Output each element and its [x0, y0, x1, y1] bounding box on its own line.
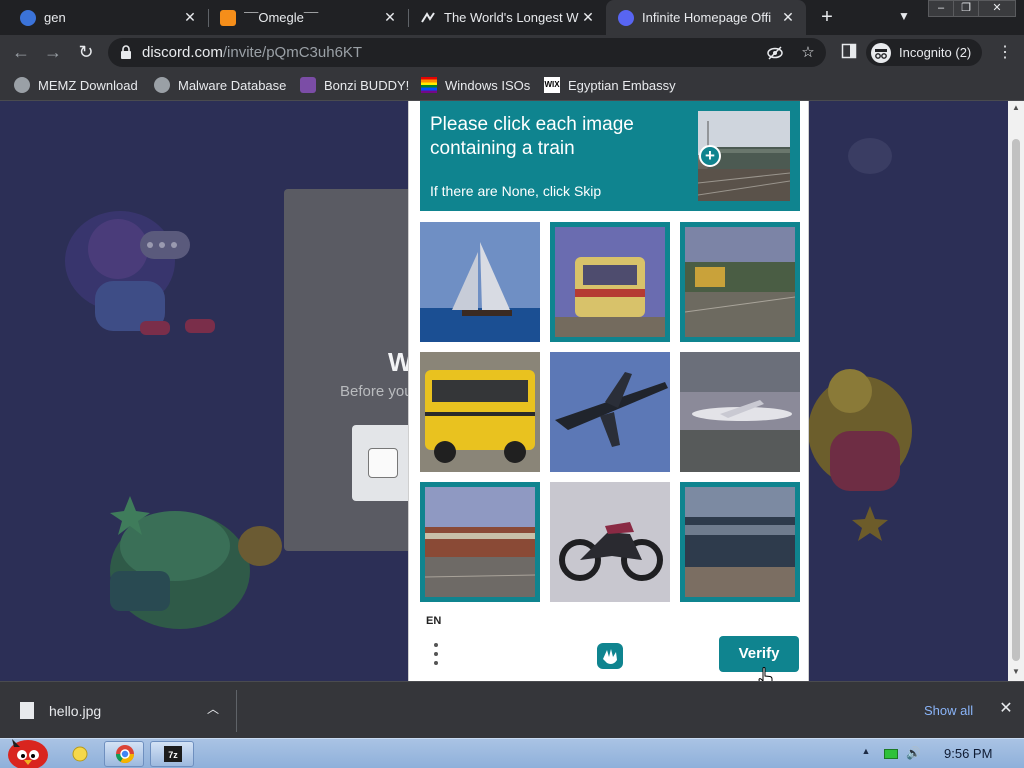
hcaptcha-logo-icon	[597, 643, 623, 669]
star-icon[interactable]: ☆	[799, 44, 817, 62]
svg-text:7z: 7z	[168, 750, 178, 760]
invite-subtitle: Before you	[340, 383, 413, 400]
minimize-button[interactable]: –	[928, 0, 954, 17]
show-all-downloads-link[interactable]: Show all	[924, 703, 973, 718]
taskbar-chrome-button[interactable]	[104, 741, 144, 767]
tab-search-chevron-icon[interactable]: ▼	[896, 9, 912, 25]
downloads-separator	[236, 690, 237, 732]
7zip-icon: 7z	[164, 746, 182, 762]
downloads-bar: hello.jpg ︿ Show all ✕	[0, 681, 1024, 738]
discord-icon	[618, 9, 634, 26]
taskbar-7zip-button[interactable]: 7z	[150, 741, 194, 767]
address-bar[interactable]: discord.com/invite/pQmC3uh6KT ☆	[108, 38, 826, 67]
browser-toolbar: ← → ↻ discord.com/invite/pQmC3uh6KT ☆ In…	[0, 35, 1024, 70]
gen-icon	[20, 9, 36, 26]
new-tab-button[interactable]: +	[817, 7, 837, 27]
tab-infinite-homepage[interactable]: Infinite Homepage Offi ✕	[606, 0, 806, 35]
show-hidden-icons-icon[interactable]: ▲	[860, 746, 872, 758]
back-arrow-icon[interactable]: ←	[10, 41, 32, 63]
grid-image-sailboat[interactable]	[420, 222, 540, 342]
eye-off-icon[interactable]	[766, 44, 784, 62]
challenge-prompt: Please click each image containing a tra…	[420, 101, 800, 211]
tab-title: The World's Longest W	[444, 10, 579, 25]
reload-icon[interactable]: ↻	[75, 41, 97, 63]
chevron-up-icon[interactable]: ︿	[204, 700, 222, 718]
close-tab-icon[interactable]: ✕	[780, 9, 796, 25]
bookmark-label: Malware Database	[178, 77, 287, 93]
grid-image-school-bus[interactable]	[420, 352, 540, 472]
windows-taskbar: 7z ▲ 🔊 9:56 PM	[0, 738, 1024, 768]
download-file-name[interactable]: hello.jpg	[49, 703, 101, 719]
bookmark-egyptian-embassy[interactable]: WIX Egyptian Embassy	[544, 76, 676, 94]
more-menu-icon[interactable]: ⋮	[997, 44, 1013, 62]
taskbar-explorer-button[interactable]	[64, 741, 100, 767]
close-downloads-icon[interactable]: ✕	[997, 700, 1015, 718]
captcha-checkbox[interactable]	[368, 448, 398, 478]
grid-image-airplane[interactable]	[680, 352, 800, 472]
kebab-menu-icon[interactable]	[429, 641, 443, 669]
scrollbar-thumb[interactable]	[1012, 139, 1020, 661]
lock-icon	[121, 45, 131, 59]
globe-icon	[14, 77, 30, 93]
chrome-icon	[116, 745, 134, 764]
globe-icon	[154, 77, 170, 93]
close-tab-icon[interactable]: ✕	[580, 9, 596, 25]
restore-button[interactable]: ❐	[953, 0, 979, 17]
captcha-challenge: Please click each image containing a tra…	[408, 101, 809, 681]
link-icon	[420, 10, 436, 26]
tab-omegle[interactable]: ¯¯Omegle¯¯ ✕	[208, 0, 408, 35]
grid-image-train[interactable]	[680, 222, 800, 342]
tab-title: Infinite Homepage Offi	[642, 10, 772, 25]
grid-image-motorcycle[interactable]	[550, 482, 670, 602]
expand-example-icon[interactable]: +	[699, 145, 721, 167]
sticky-notes-icon	[72, 746, 88, 762]
bookmark-malware-database[interactable]: Malware Database	[154, 76, 286, 94]
challenge-question: Please click each image containing a tra…	[430, 114, 634, 159]
tab-title: ¯¯Omegle¯¯	[244, 10, 319, 25]
grid-image-train[interactable]	[550, 222, 670, 342]
profile-label: Incognito (2)	[899, 45, 972, 60]
close-tab-icon[interactable]: ✕	[182, 9, 198, 25]
challenge-hint: If there are None, click Skip	[430, 183, 602, 199]
system-clock[interactable]: 9:56 PM	[944, 746, 992, 761]
side-panel-icon[interactable]	[840, 43, 858, 61]
url-path: /invite/pQmC3uh6KT	[222, 44, 363, 61]
bookmark-label: Egyptian Embassy	[568, 77, 676, 93]
bookmark-bonzi-buddy[interactable]: Bonzi BUDDY!	[300, 76, 409, 94]
tab-title: gen	[44, 10, 66, 25]
close-window-button[interactable]: ✕	[978, 0, 1016, 17]
file-icon	[20, 702, 34, 719]
tab-worlds-longest[interactable]: The World's Longest W ✕	[408, 0, 606, 35]
grid-image-airplane[interactable]	[550, 352, 670, 472]
bookmark-label: Windows ISOs	[445, 77, 531, 93]
bonzi-icon	[300, 77, 316, 93]
volume-icon[interactable]: 🔊	[906, 746, 922, 760]
scroll-down-arrow-icon[interactable]: ▼	[1008, 665, 1024, 679]
bookmark-memz[interactable]: MEMZ Download	[14, 76, 138, 94]
battery-icon[interactable]	[884, 749, 898, 759]
tab-gen[interactable]: gen ✕	[8, 0, 208, 35]
omegle-icon	[220, 9, 236, 26]
url-text: discord.com/invite/pQmC3uh6KT	[142, 44, 362, 61]
grid-image-train[interactable]	[680, 482, 800, 602]
grid-image-train[interactable]	[420, 482, 540, 602]
bookmark-windows-isos[interactable]: Windows ISOs	[421, 76, 530, 94]
page-scrollbar[interactable]: ▲ ▼	[1008, 101, 1024, 681]
close-tab-icon[interactable]: ✕	[382, 9, 398, 25]
bookmarks-bar: MEMZ Download Malware Database Bonzi BUD…	[0, 70, 1024, 101]
tab-strip: gen ✕ ¯¯Omegle¯¯ ✕ The World's Longest W…	[0, 0, 1024, 35]
incognito-icon	[871, 42, 891, 63]
bookmark-label: Bonzi BUDDY!	[324, 77, 410, 93]
url-host: discord.com	[142, 44, 223, 61]
wix-icon: WIX	[544, 77, 560, 93]
forward-arrow-icon[interactable]: →	[42, 41, 64, 63]
rainbow-flag-icon	[421, 77, 437, 93]
scroll-up-arrow-icon[interactable]: ▲	[1008, 101, 1024, 115]
bookmark-label: MEMZ Download	[38, 77, 138, 93]
incognito-profile-button[interactable]: Incognito (2)	[866, 39, 982, 66]
start-button-angry-bird-icon[interactable]	[4, 733, 50, 768]
language-selector[interactable]: EN	[426, 615, 441, 627]
